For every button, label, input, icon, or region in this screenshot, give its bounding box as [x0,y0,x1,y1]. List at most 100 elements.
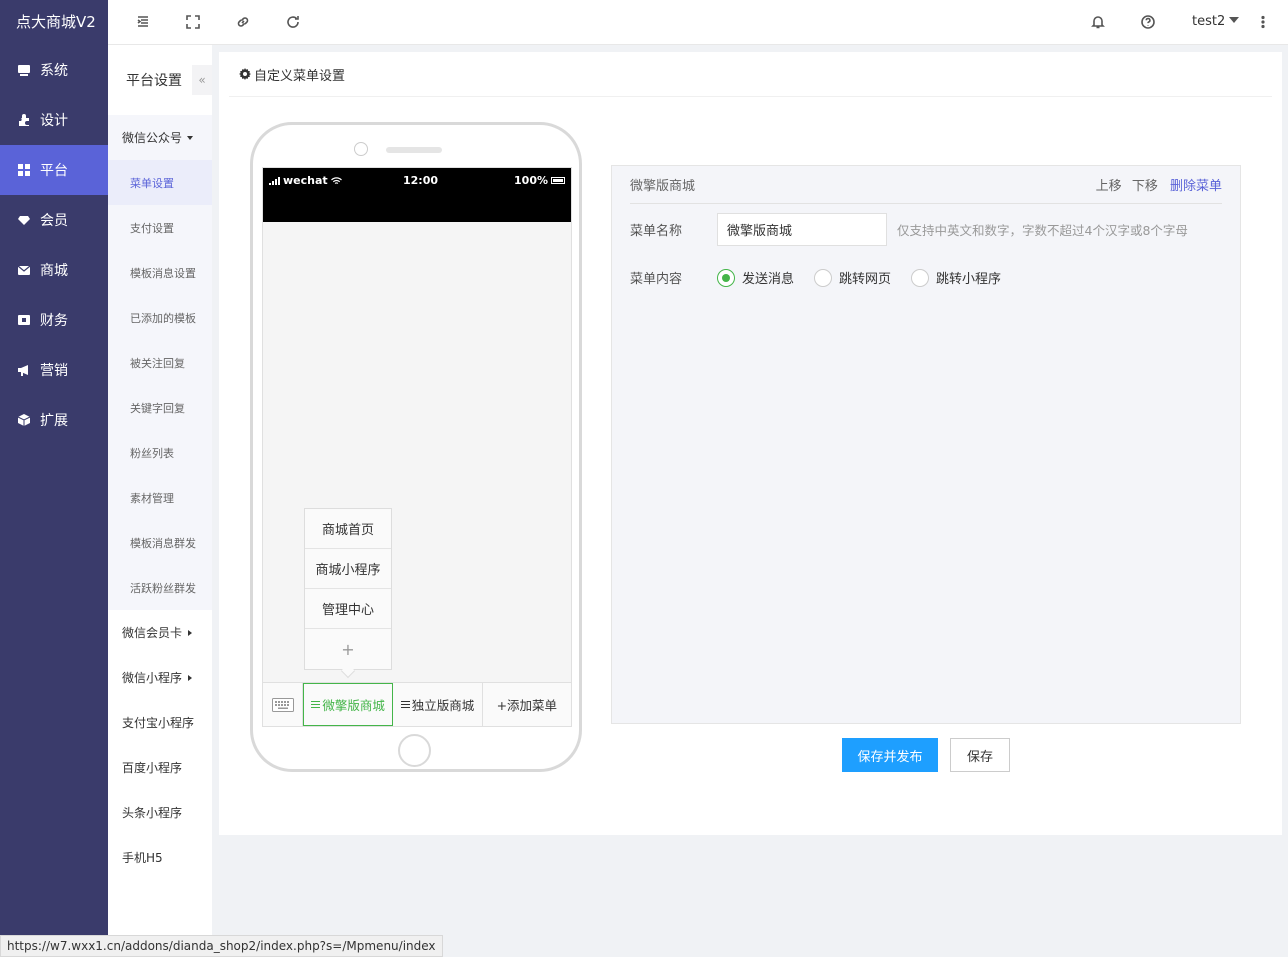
sidebar-item-extend[interactable]: 扩展 [0,395,108,445]
phone-menu-label: 独立版商城 [411,698,475,713]
phone-menu-weiqing[interactable]: 微擎版商城 [303,683,394,726]
subnav-group-wechat[interactable]: 微信公众号 [108,115,212,160]
chevron-down-icon [1229,17,1240,23]
radio-label: 跳转小程序 [936,272,1002,287]
subnav-group-mini-program[interactable]: 微信小程序 [108,655,212,700]
radio-open-webpage[interactable]: 跳转网页 [814,268,891,287]
keyboard-icon[interactable] [263,683,303,726]
subnav-item-menu-settings[interactable]: 菜单设置 [108,160,212,205]
collapse-button[interactable]: « [192,65,212,95]
sidebar-item-platform[interactable]: 平台 [0,145,108,195]
main-panel: 自定义菜单设置 wechat 12:00 100% 商城首页 商城小程序 管理中… [219,52,1282,835]
caret-down-icon [187,135,194,140]
radio-open-mini-program[interactable]: 跳转小程序 [911,268,1001,287]
subnav-item-alipay[interactable]: 支付宝小程序 [108,700,212,745]
main-sidebar: 点大商城V2 系统 设计 平台 会员 商城 财务 营销 扩展 [0,0,108,957]
sidebar-item-label: 系统 [40,63,68,79]
caret-right-icon [188,629,193,636]
sidebar-item-member[interactable]: 会员 [0,195,108,245]
subnav-group-member-card[interactable]: 微信会员卡 [108,610,212,655]
submenu-item[interactable]: 管理中心 [305,589,391,629]
subnav-item-template-broadcast[interactable]: 模板消息群发 [108,520,212,565]
megaphone-icon [17,363,31,377]
page-title: 自定义菜单设置 [254,68,346,84]
subnav-item-toutiao[interactable]: 头条小程序 [108,790,212,835]
bell-icon[interactable] [1089,13,1107,31]
subnav-item-baidu[interactable]: 百度小程序 [108,745,212,790]
puzzle-icon [17,113,31,127]
subnav-item-active-fans-broadcast[interactable]: 活跃粉丝群发 [108,565,212,610]
submenu-item[interactable]: 商城小程序 [305,549,391,589]
radio-circle [911,268,930,287]
menu-icon [311,701,321,708]
indent-icon[interactable] [134,13,152,31]
subnav-item-follow-reply[interactable]: 被关注回复 [108,340,212,385]
monitor-icon [17,63,31,77]
browser-status-url: https://w7.wxx1.cn/addons/dianda_shop2/i… [0,935,443,957]
phone-home-button [398,734,431,767]
move-down-button[interactable]: 下移 [1132,179,1158,194]
menu-name-input[interactable] [717,213,887,246]
carrier-name: wechat [283,174,328,187]
submenu-item[interactable]: 商城首页 [305,509,391,549]
subnav-item-added-templates[interactable]: 已添加的模板 [108,295,212,340]
top-bar: test2 [108,0,1288,45]
refresh-icon[interactable] [284,13,302,31]
sidebar-item-label: 财务 [40,313,68,329]
user-name: test2 [1192,14,1226,29]
name-label: 菜单名称 [630,224,683,239]
app-logo[interactable]: 点大商城V2 [0,0,108,45]
subnav-item-pay-settings[interactable]: 支付设置 [108,205,212,250]
sidebar-item-system[interactable]: 系统 [0,45,108,95]
save-button[interactable]: 保存 [950,738,1010,772]
add-menu-button[interactable]: +添加菜单 [483,683,571,726]
sidebar-item-design[interactable]: 设计 [0,95,108,145]
help-icon[interactable] [1139,13,1157,31]
save-publish-button[interactable]: 保存并发布 [842,738,938,772]
menu-editor: 微擎版商城 上移 下移 删除菜单 菜单名称 仅支持中英文和数字，字数不超过4个汉… [611,165,1241,724]
phone-menu-label: 微擎版商城 [322,698,385,713]
subnav-item-fans-list[interactable]: 粉丝列表 [108,430,212,475]
phone-screen: wechat 12:00 100% 商城首页 商城小程序 管理中心 + 微擎版商… [262,167,572,727]
link-icon[interactable] [234,13,252,31]
cube-icon [17,413,31,427]
name-row: 菜单名称 仅支持中英文和数字，字数不超过4个汉字或8个字母 [630,213,1188,246]
sidebar-item-mall[interactable]: 商城 [0,245,108,295]
move-up-button[interactable]: 上移 [1096,179,1122,194]
subnav-group-label: 微信公众号 [122,131,183,145]
battery-level: 100% [514,174,548,187]
content-label: 菜单内容 [630,272,683,287]
fullscreen-icon[interactable] [184,13,202,31]
phone-time: 12:00 [403,174,439,187]
sidebar-item-finance[interactable]: 财务 [0,295,108,345]
sidebar-item-label: 会员 [40,213,68,229]
radio-circle [814,268,833,287]
phone-menu-standalone[interactable]: 独立版商城 [393,683,483,726]
subnav-item-h5[interactable]: 手机H5 [108,835,212,880]
delete-menu-button[interactable]: 删除菜单 [1170,179,1222,194]
menu-icon [400,701,410,708]
editor-actions: 上移 下移 删除菜单 [1090,175,1222,194]
sidebar-item-label: 营销 [40,363,68,379]
radio-label: 发送消息 [742,272,795,287]
sidebar-item-label: 平台 [40,163,68,179]
radio-send-message[interactable]: 发送消息 [717,268,794,287]
sidebar-item-label: 扩展 [40,413,68,429]
radio-circle [717,268,735,287]
user-menu[interactable]: test2 [1192,14,1240,29]
subnav-item-materials[interactable]: 素材管理 [108,475,212,520]
sub-navigation: 平台设置 « 微信公众号 菜单设置 支付设置 模板消息设置 已添加的模板 被关注… [108,45,212,957]
battery-icon [551,177,565,184]
battery-status: 100% [514,174,565,187]
phone-speaker [386,147,442,153]
more-icon[interactable] [1254,13,1272,31]
caret-right-icon [188,674,193,681]
submenu-popup: 商城首页 商城小程序 管理中心 + [304,508,392,679]
wifi-icon [330,176,342,184]
sidebar-item-marketing[interactable]: 营销 [0,345,108,395]
subnav-item-keyword-reply[interactable]: 关键字回复 [108,385,212,430]
subnav-wechat-list: 菜单设置 支付设置 模板消息设置 已添加的模板 被关注回复 关键字回复 粉丝列表… [108,160,212,610]
sidebar-item-label: 商城 [40,263,68,279]
subnav-item-template-msg[interactable]: 模板消息设置 [108,250,212,295]
editor-menu-name: 微擎版商城 [630,179,696,194]
